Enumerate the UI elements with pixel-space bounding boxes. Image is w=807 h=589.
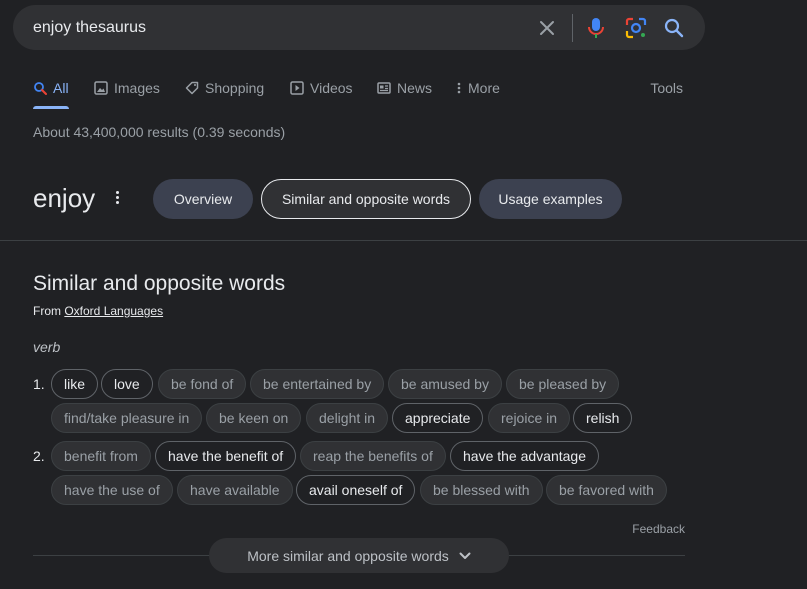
- synonym-chip[interactable]: rejoice in: [488, 403, 571, 433]
- synonym-chip[interactable]: reap the benefits of: [300, 441, 446, 471]
- sense-number: 2.: [33, 448, 45, 464]
- tab-more[interactable]: More: [456, 78, 500, 98]
- synonym-chip[interactable]: be pleased by: [506, 369, 620, 399]
- feedback-link[interactable]: Feedback: [632, 522, 685, 536]
- search-icon[interactable]: [662, 16, 686, 40]
- more-options-icon[interactable]: [110, 189, 124, 209]
- source-link[interactable]: Oxford Languages: [64, 304, 163, 318]
- tab-similar-opposite[interactable]: Similar and opposite words: [261, 179, 471, 219]
- tag-icon: [185, 81, 199, 95]
- search-input[interactable]: enjoy thesaurus: [33, 5, 146, 50]
- synonym-chip[interactable]: be keen on: [206, 403, 302, 433]
- chevron-down-icon: [459, 552, 471, 559]
- synonym-chip[interactable]: relish: [573, 403, 633, 433]
- section-divider: [0, 240, 807, 241]
- more-similar-words-label: More similar and opposite words: [247, 547, 449, 564]
- synonym-chip[interactable]: have the use of: [51, 475, 173, 505]
- tools-button[interactable]: Tools: [650, 80, 683, 96]
- tab-shopping[interactable]: Shopping: [185, 78, 264, 98]
- tab-overview[interactable]: Overview: [153, 179, 253, 219]
- tab-usage-examples[interactable]: Usage examples: [479, 179, 622, 219]
- microphone-icon[interactable]: [584, 16, 608, 40]
- kebab-icon: [457, 82, 461, 94]
- tab-news-label: News: [397, 80, 433, 96]
- part-of-speech: verb: [33, 339, 61, 355]
- tab-more-label: More: [468, 80, 500, 96]
- synonym-chip[interactable]: have the advantage: [450, 441, 599, 471]
- synonym-chip[interactable]: delight in: [306, 403, 389, 433]
- news-icon: [377, 82, 391, 94]
- play-icon: [290, 81, 304, 95]
- tab-images-label: Images: [114, 80, 160, 96]
- synonym-chip[interactable]: benefit from: [51, 441, 151, 471]
- synonym-chip[interactable]: find/take pleasure in: [51, 403, 203, 433]
- search-icon: [34, 82, 47, 95]
- result-stats: About 43,400,000 results (0.39 seconds): [33, 124, 286, 140]
- section-title: Similar and opposite words: [33, 272, 286, 295]
- tab-images[interactable]: Images: [94, 78, 160, 98]
- synonym-chip[interactable]: be amused by: [388, 369, 502, 399]
- synonym-chip[interactable]: avail oneself of: [296, 475, 416, 505]
- synonym-chip[interactable]: have the benefit of: [155, 441, 297, 471]
- synonym-chip[interactable]: be blessed with: [420, 475, 543, 505]
- headword: enjoy: [33, 183, 96, 213]
- synonym-chip[interactable]: like: [51, 369, 99, 399]
- active-tab-indicator: [33, 106, 69, 109]
- lens-icon[interactable]: [624, 16, 648, 40]
- synonym-chip[interactable]: have available: [177, 475, 293, 505]
- tab-news[interactable]: News: [377, 78, 432, 98]
- more-similar-words-button[interactable]: More similar and opposite words: [209, 538, 509, 573]
- tab-shopping-label: Shopping: [205, 80, 265, 96]
- clear-icon[interactable]: [535, 16, 559, 40]
- synonym-chip[interactable]: be favored with: [546, 475, 667, 505]
- tab-all[interactable]: All: [33, 78, 69, 98]
- search-bar[interactable]: enjoy thesaurus: [13, 5, 705, 50]
- synonym-chip[interactable]: be entertained by: [250, 369, 385, 399]
- synonym-chip[interactable]: be fond of: [158, 369, 247, 399]
- tab-videos-label: Videos: [310, 80, 353, 96]
- image-icon: [94, 81, 108, 95]
- search-separator: [572, 14, 573, 42]
- sense-number: 1.: [33, 376, 45, 392]
- synonym-chip[interactable]: love: [101, 369, 153, 399]
- source-prefix: From: [33, 304, 61, 318]
- tab-all-label: All: [53, 80, 69, 96]
- tab-videos[interactable]: Videos: [290, 78, 353, 98]
- synonym-chip[interactable]: appreciate: [392, 403, 484, 433]
- source-line: From Oxford Languages: [33, 304, 163, 318]
